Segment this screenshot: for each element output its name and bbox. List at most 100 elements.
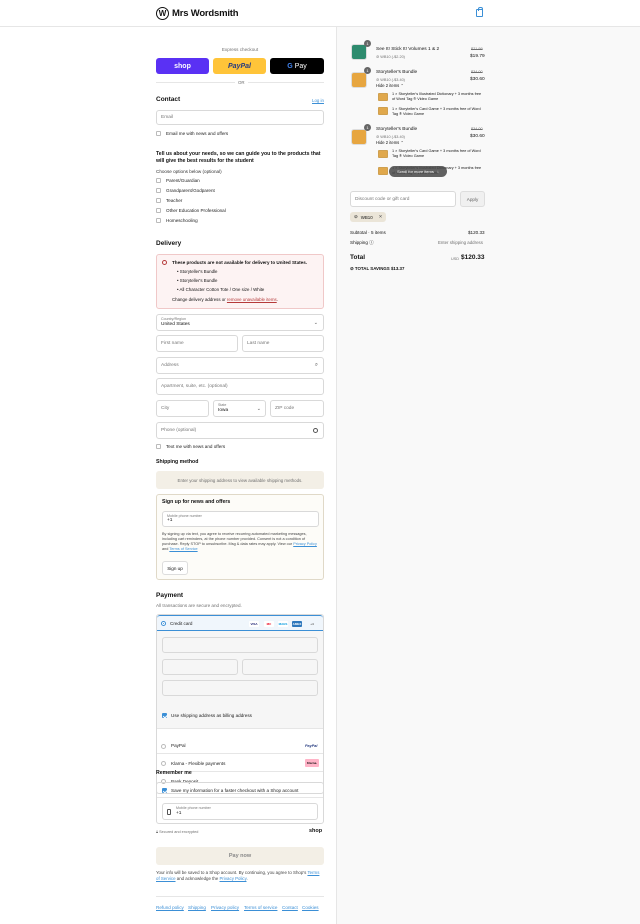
apartment-field[interactable]: Apartment, suite, etc. (optional) bbox=[156, 378, 324, 395]
item-price: $19.79 bbox=[470, 54, 485, 59]
subtotal-label: Subtotal · 5 items bbox=[350, 230, 386, 235]
alert-item: • Storyteller's Bundle bbox=[177, 278, 218, 283]
alert-item: • All Character Cotton Tote / One size /… bbox=[177, 287, 265, 292]
shipping-link[interactable]: Shipping bbox=[188, 905, 206, 910]
item-discount: ⊘ WB10 (-$3.40) bbox=[376, 134, 405, 139]
cookies-link[interactable]: Cookies bbox=[302, 905, 319, 910]
survey-option-checkbox[interactable] bbox=[156, 208, 161, 213]
divider bbox=[156, 896, 324, 897]
address-field[interactable]: Address ⌕ bbox=[156, 357, 324, 374]
remember-phone-field[interactable]: Mobile phone number +1 bbox=[162, 803, 318, 820]
survey-option-checkbox[interactable] bbox=[156, 188, 161, 193]
paypal-label: PayPal bbox=[171, 743, 186, 748]
login-link[interactable]: Log in bbox=[312, 98, 324, 103]
alert-change-prefix: Change delivery address or bbox=[172, 297, 227, 302]
privacy-policy-link[interactable]: Privacy policy bbox=[211, 905, 239, 910]
order-summary: 1 See It! Stick It! Volumes 1 & 2 ⊘ WB10… bbox=[336, 27, 640, 924]
total-value: $120.33 bbox=[461, 254, 485, 261]
text-news-checkbox[interactable] bbox=[156, 444, 161, 449]
klarna-radio[interactable] bbox=[161, 761, 166, 766]
pay-now-button[interactable]: Pay now bbox=[156, 847, 324, 865]
save-info-checkbox[interactable] bbox=[162, 788, 167, 793]
phone-placeholder: Phone (optional) bbox=[161, 428, 197, 433]
survey-option-label: Teacher bbox=[166, 198, 183, 203]
brand-logo[interactable]: W Mrs Wordsmith bbox=[156, 7, 239, 20]
sms-phone-field[interactable]: Mobile phone number +1 bbox=[162, 511, 319, 527]
shipping-label-row: Shipping ⓘ bbox=[350, 240, 374, 246]
item-discount: ⊘ WB10 (-$3.40) bbox=[376, 77, 405, 82]
billing-same-checkbox[interactable] bbox=[162, 713, 167, 718]
shipping-method-title: Shipping method bbox=[156, 459, 199, 465]
subtotal-value: $120.33 bbox=[468, 230, 485, 235]
survey-option-checkbox[interactable] bbox=[156, 198, 161, 203]
paypal-radio[interactable] bbox=[161, 744, 166, 749]
quantity-badge: 1 bbox=[364, 67, 371, 74]
remove-unavailable-link[interactable]: remove unavailable items bbox=[227, 297, 277, 302]
item-old-price: $21.99 bbox=[471, 47, 483, 51]
remember-box: Save my information for a faster checkou… bbox=[156, 782, 324, 824]
sms-signup-button[interactable]: Sign up bbox=[162, 561, 188, 575]
save-info-label: Save my information for a faster checkou… bbox=[171, 788, 299, 793]
email-field[interactable]: Email bbox=[156, 110, 324, 125]
terms-link[interactable]: Terms of service bbox=[244, 905, 277, 910]
card-number-field[interactable] bbox=[162, 637, 318, 653]
name-on-card-field[interactable] bbox=[162, 680, 318, 696]
discount-code-field[interactable]: Discount code or gift card bbox=[350, 191, 456, 207]
close-icon[interactable]: ✕ bbox=[379, 214, 383, 220]
item-discount-code: WB10 (-$3.40) bbox=[380, 78, 405, 82]
item-discount: ⊘ WB10 (-$2.20) bbox=[376, 54, 405, 59]
chevron-down-icon: ⌄ bbox=[256, 406, 261, 412]
contact-link[interactable]: Contact bbox=[282, 905, 298, 910]
google-pay-button[interactable]: G Pay bbox=[270, 58, 324, 74]
survey-option-label: Parent/Guardian bbox=[166, 178, 200, 183]
bag-icon[interactable] bbox=[476, 7, 483, 17]
hide-items-toggle[interactable]: Hide 2 items ⌃ bbox=[376, 140, 404, 145]
info-icon[interactable]: ⓘ bbox=[369, 240, 374, 245]
scroll-hint-pill[interactable]: Scroll for more items ↓ bbox=[389, 166, 447, 177]
credit-card-radio[interactable] bbox=[161, 621, 166, 626]
sms-legal-text: By signing up via text, you agree to rec… bbox=[162, 532, 307, 546]
apply-discount-button[interactable]: Apply bbox=[460, 191, 485, 207]
first-name-field[interactable]: First name bbox=[156, 335, 238, 352]
item-discount-code: WB10 (-$2.20) bbox=[380, 55, 405, 59]
consent-privacy-link[interactable]: Privacy Policy bbox=[220, 876, 247, 881]
city-field[interactable]: City bbox=[156, 400, 209, 417]
survey-option-checkbox[interactable] bbox=[156, 218, 161, 223]
mastercard-icon: MC bbox=[264, 621, 274, 627]
credit-card-option[interactable]: Credit card VISA MC MAES AMEX +4 bbox=[157, 615, 323, 631]
alert-change-suffix: . bbox=[276, 297, 278, 302]
checkout-form: Express checkout shop PayPal G Pay OR Con… bbox=[0, 27, 336, 924]
alert-item: • Storyteller's Bundle bbox=[177, 269, 218, 274]
shipping-method-note: Enter your shipping address to view avai… bbox=[156, 471, 324, 489]
total-currency: USD bbox=[451, 257, 460, 261]
email-news-checkbox[interactable] bbox=[156, 131, 161, 136]
security-code-field[interactable] bbox=[242, 659, 318, 675]
consent-middle: and acknowledge the bbox=[176, 876, 219, 881]
last-name-field[interactable]: Last name bbox=[242, 335, 324, 352]
hide-items-toggle[interactable]: Hide 2 items ⌃ bbox=[376, 83, 404, 88]
refund-policy-link[interactable]: Refund policy bbox=[156, 905, 184, 910]
consent-text: Your info will be saved to a Shop accoun… bbox=[156, 870, 307, 875]
visa-icon: VISA bbox=[249, 621, 259, 627]
delivery-title: Delivery bbox=[156, 240, 182, 247]
state-select[interactable]: State Iowa ⌄ bbox=[213, 400, 266, 417]
zip-field[interactable]: ZIP code bbox=[270, 400, 324, 417]
phone-field[interactable]: Phone (optional) bbox=[156, 422, 324, 439]
quantity-badge: 1 bbox=[364, 40, 371, 47]
total-savings: ⊘ TOTAL SAVINGS $13.37 bbox=[350, 266, 404, 272]
paypal-button[interactable]: PayPal bbox=[213, 58, 266, 74]
bundle-item: 1 × Storyteller's Card Game + 3 months f… bbox=[392, 107, 481, 116]
secure-text: Secured and encrypted bbox=[159, 830, 199, 834]
country-select[interactable]: Country/Region United States ⌄ bbox=[156, 314, 324, 331]
or-separator: OR bbox=[235, 80, 248, 85]
item-price: $30.60 bbox=[470, 77, 485, 82]
expiration-field[interactable] bbox=[162, 659, 238, 675]
survey-option-checkbox[interactable] bbox=[156, 178, 161, 183]
consent-end: . bbox=[246, 876, 248, 881]
sms-privacy-link[interactable]: Privacy Policy bbox=[293, 542, 317, 546]
shop-pay-button[interactable]: shop bbox=[156, 58, 209, 74]
sms-terms-link[interactable]: Terms of Service bbox=[169, 547, 197, 551]
sms-phone-value: +1 bbox=[167, 518, 173, 523]
payment-title: Payment bbox=[156, 592, 184, 599]
help-icon[interactable] bbox=[313, 428, 318, 433]
